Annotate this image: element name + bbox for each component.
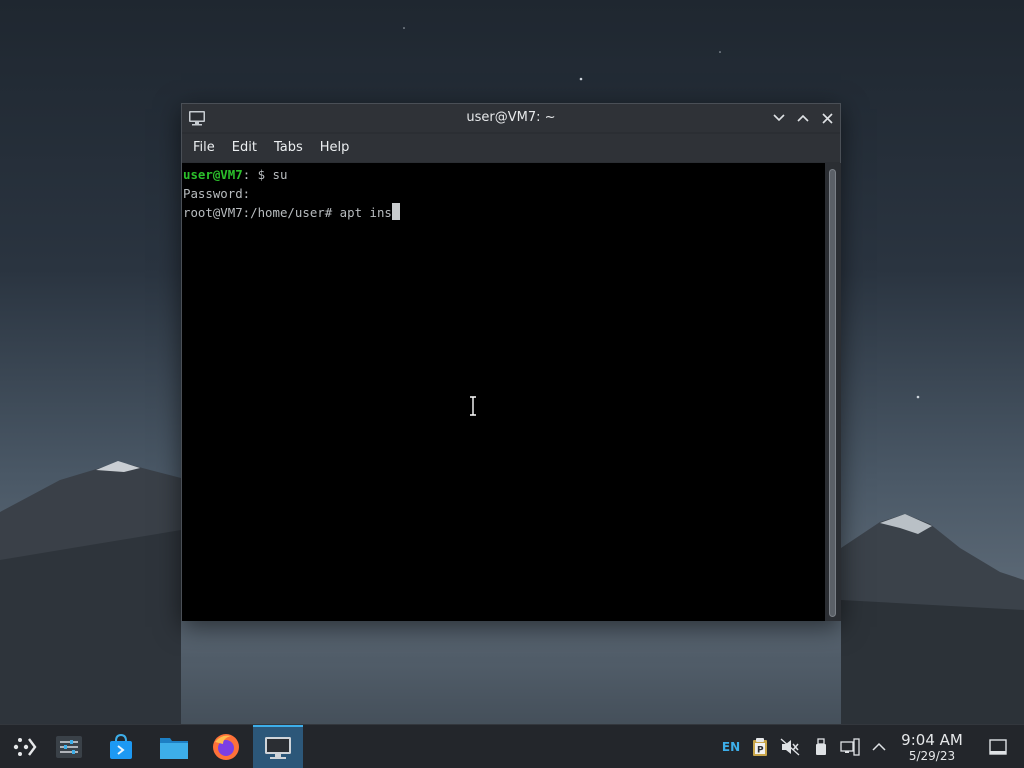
terminal-scrollbar[interactable] [825, 163, 841, 621]
usb-drive-icon [816, 738, 826, 755]
current-command: root@VM7:/home/user# apt ins [183, 205, 392, 220]
terminal-window: user@VM7: ~ File Edit Tabs Help user@VM7… [181, 103, 841, 621]
file-manager-icon [160, 738, 188, 759]
minimize-button[interactable] [769, 108, 789, 128]
volume-button[interactable] [780, 737, 800, 757]
close-button[interactable] [817, 108, 837, 128]
taskbar: EN P 9:04 AM 5/29/23 [0, 724, 1024, 768]
volume-muted-icon [780, 738, 800, 756]
menu-tabs[interactable]: Tabs [267, 134, 310, 162]
scrollbar-thumb[interactable] [829, 169, 836, 617]
settings-sliders-icon [56, 736, 82, 758]
terminal-line: root@VM7:/home/user# apt ins [183, 203, 825, 222]
terminal-icon [265, 737, 291, 759]
clipboard-button[interactable]: P [750, 737, 770, 757]
close-icon [821, 112, 833, 124]
chevron-up-icon [797, 114, 809, 122]
file-manager-button[interactable] [150, 725, 198, 768]
terminal-output[interactable]: user@VM7: $ su Password: root@VM7:/home/… [182, 163, 825, 621]
network-button[interactable] [840, 737, 860, 757]
menu-edit[interactable]: Edit [225, 134, 264, 162]
maximize-button[interactable] [793, 108, 813, 128]
app-launcher-icon [13, 738, 37, 756]
terminal-task-button[interactable] [253, 725, 303, 768]
terminal-line: user@VM7: $ su [183, 165, 825, 184]
chevron-down-icon [773, 114, 785, 122]
chevron-up-icon [872, 742, 886, 751]
keyboard-layout-indicator[interactable]: EN [720, 737, 742, 757]
svg-text:P: P [757, 746, 764, 756]
network-icon [840, 738, 860, 756]
prompt-user: user@VM7 [183, 167, 243, 182]
terminal-line: Password: [183, 186, 251, 201]
clock-time: 9:04 AM [901, 731, 963, 749]
text-cursor [391, 203, 400, 220]
system-settings-button[interactable] [45, 725, 93, 768]
show-desktop-button[interactable] [988, 737, 1008, 757]
window-titlebar[interactable]: user@VM7: ~ [182, 104, 840, 132]
menu-bar: File Edit Tabs Help [182, 134, 840, 162]
digital-clock[interactable]: 9:04 AM 5/29/23 [896, 731, 968, 763]
menu-help[interactable]: Help [313, 134, 357, 162]
removable-devices-button[interactable] [812, 737, 830, 757]
menu-file[interactable]: File [186, 134, 222, 162]
ibeam-cursor-icon [470, 396, 476, 416]
clock-date: 5/29/23 [908, 749, 956, 763]
clipboard-icon: P [753, 738, 767, 756]
firefox-icon [213, 734, 239, 760]
firefox-button[interactable] [202, 725, 250, 768]
window-title: user@VM7: ~ [466, 110, 556, 125]
software-center-button[interactable] [97, 725, 145, 768]
show-desktop-icon [989, 739, 1007, 755]
prompt-command: : $ su [242, 167, 288, 182]
software-center-icon [110, 733, 132, 759]
app-launcher-button[interactable] [0, 725, 48, 768]
show-hidden-tray-button[interactable] [870, 737, 888, 757]
